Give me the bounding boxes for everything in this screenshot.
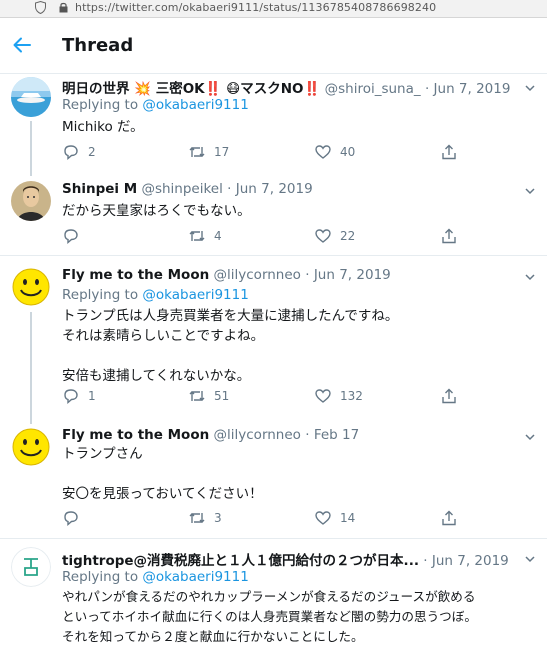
share-icon	[442, 228, 456, 244]
tweet-text: だから天皇家はろくでもない。	[62, 203, 251, 219]
display-name[interactable]: tightrope@消費税廃止と１人１億円給付の２つが日本...	[62, 553, 419, 569]
tweet-date[interactable]: Jun 7, 2019	[236, 181, 313, 197]
kanji-avatar[interactable]	[11, 547, 51, 587]
tweet-date[interactable]: Jun 7, 2019	[432, 553, 509, 569]
retweet-icon	[189, 513, 205, 523]
reply-count: 1	[88, 389, 96, 403]
url-text[interactable]: https://twitter.com/okabaeri9111/status/…	[75, 1, 436, 14]
tweet[interactable]: 明日の世界 💥 三密OK‼️ 😷マスクNO‼️ @shiroi_suna_ · …	[0, 74, 547, 176]
tweet-text: トランプさん 安〇を見張っておいてください！	[62, 446, 263, 502]
smiley-avatar[interactable]	[11, 427, 51, 467]
tweet-text: やれパンが食えるだのやれカップラーメンが食えるだのジュースが飲める といってホイ…	[62, 589, 477, 644]
replying-label: Replying to	[62, 97, 139, 113]
browser-url-bar[interactable]: https://twitter.com/okabaeri9111/status/…	[0, 0, 547, 18]
thread-connector	[30, 121, 32, 176]
thread-connector	[30, 312, 32, 424]
tweet-actions: 1 51 132	[62, 387, 482, 407]
user-handle[interactable]: @shiroi_suna_	[325, 81, 421, 97]
user-handle[interactable]: @lilycornneo	[214, 427, 301, 443]
tweet-date[interactable]: Jun 7, 2019	[434, 81, 511, 97]
tweet[interactable]: Fly me to the Moon @lilycornneo · Jun 7,…	[0, 256, 547, 424]
like-count: 40	[340, 145, 356, 159]
heart-icon	[315, 511, 331, 525]
reply-count: 2	[88, 145, 96, 159]
lock-icon[interactable]	[59, 2, 68, 13]
portrait-avatar[interactable]	[11, 181, 51, 221]
tweet-actions: 2 17 40	[62, 143, 482, 163]
retweet-count: 3	[214, 511, 222, 525]
display-name[interactable]: Fly me to the Moon	[62, 427, 209, 443]
retweet-count: 51	[214, 389, 230, 403]
tweet-date[interactable]: Feb 17	[314, 427, 359, 443]
tweet-text: Michiko だ。	[62, 119, 144, 135]
replying-label: Replying to	[62, 569, 139, 585]
retweet-icon	[189, 231, 205, 241]
heart-icon	[315, 389, 331, 403]
reply-icon	[64, 389, 78, 405]
reply-icon	[64, 145, 78, 161]
share-icon	[442, 388, 456, 404]
share-icon	[442, 510, 456, 526]
back-arrow-icon[interactable]	[12, 35, 32, 55]
user-handle[interactable]: @lilycornneo	[214, 267, 301, 283]
shield-icon[interactable]	[35, 1, 46, 14]
tweet-actions: 4 22	[62, 227, 482, 247]
like-count: 132	[340, 389, 363, 403]
thread-header: Thread	[0, 18, 547, 74]
heart-icon	[315, 145, 331, 159]
chevron-down-icon[interactable]	[524, 553, 536, 565]
chevron-down-icon[interactable]	[524, 271, 536, 283]
chevron-down-icon[interactable]	[524, 82, 536, 94]
mention-link[interactable]: @okabaeri9111	[142, 97, 248, 113]
tweet[interactable]: Shinpei M @shinpeikel · Jun 7, 2019 だから天…	[0, 169, 547, 256]
retweet-count: 4	[214, 229, 222, 243]
tweet-text: トランプ氏は人身売買業者を大量に逮捕したんですね。 それは素晴らしいことですよね…	[62, 308, 399, 384]
display-name[interactable]: Shinpei M	[62, 181, 137, 197]
retweet-icon	[189, 391, 205, 401]
tweet-actions: 3 14	[62, 509, 482, 529]
chevron-down-icon[interactable]	[524, 431, 536, 443]
retweet-count: 17	[214, 145, 230, 159]
retweet-icon	[189, 147, 205, 157]
reply-icon	[64, 511, 78, 527]
user-handle[interactable]: @shinpeikel	[141, 181, 222, 197]
mention-link[interactable]: @okabaeri9111	[142, 287, 248, 303]
tweet[interactable]: tightrope@消費税廃止と１人１億円給付の２つが日本... · Jun 7…	[0, 539, 547, 644]
page-title: Thread	[62, 35, 134, 56]
like-count: 22	[340, 229, 356, 243]
share-icon	[442, 144, 456, 160]
like-count: 14	[340, 511, 356, 525]
chevron-down-icon[interactable]	[524, 185, 536, 197]
beach-avatar[interactable]	[11, 77, 51, 117]
tweet-date[interactable]: Jun 7, 2019	[314, 267, 391, 283]
display-name[interactable]: 明日の世界 💥 三密OK‼️ 😷マスクNO‼️	[62, 81, 320, 97]
replying-label: Replying to	[62, 287, 139, 303]
tweet[interactable]: Fly me to the Moon @lilycornneo · Feb 17…	[0, 413, 547, 539]
smiley-avatar[interactable]	[11, 267, 51, 307]
reply-icon	[64, 229, 78, 245]
heart-icon	[315, 229, 331, 243]
display-name[interactable]: Fly me to the Moon	[62, 267, 209, 283]
mention-link[interactable]: @okabaeri9111	[142, 569, 248, 585]
